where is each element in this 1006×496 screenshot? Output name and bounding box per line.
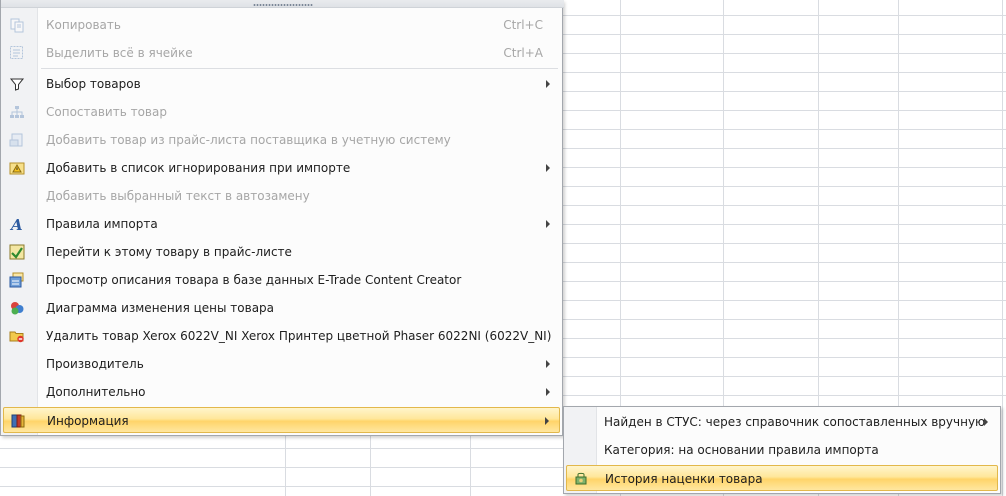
- shortcut-label: Ctrl+A: [503, 46, 543, 60]
- submenu-item-label: Найден в СТУС: через справочник сопостав…: [604, 415, 986, 429]
- menu-item-copy[interactable]: Копировать Ctrl+C: [3, 12, 560, 38]
- menu-item-label: Добавить в список игнорирования при импо…: [46, 161, 351, 175]
- menu-item-information[interactable]: Информация: [3, 407, 560, 433]
- menu-item-add-to-autoreplace[interactable]: Добавить выбранный текст в автозамену: [3, 183, 560, 209]
- delete-folder-icon: [9, 328, 25, 344]
- svg-text:A: A: [9, 216, 23, 232]
- submenu-item-found-in-stus[interactable]: Найден в СТУС: через справочник сопостав…: [566, 409, 998, 435]
- submenu-item-label: Категория: на основании правила импорта: [604, 443, 879, 457]
- add-product-icon: [9, 132, 25, 148]
- menu-item-import-rules[interactable]: A Правила импорта: [3, 211, 560, 237]
- select-all-icon: [9, 45, 25, 61]
- menu-item-select-all[interactable]: Выделить всё в ячейке Ctrl+A: [3, 40, 560, 66]
- menu-item-label: Производитель: [46, 357, 144, 371]
- submenu-arrow-icon: [546, 164, 550, 172]
- markup-history-icon: [573, 471, 589, 487]
- information-submenu: Найден в СТУС: через справочник сопостав…: [563, 406, 1001, 494]
- menu-item-label: Выделить всё в ячейке: [46, 46, 193, 60]
- menu-item-view-description[interactable]: Просмотр описания товара в базе данных E…: [3, 267, 560, 293]
- submenu-arrow-icon: [545, 417, 549, 425]
- menu-item-label: Сопоставить товар: [46, 105, 167, 119]
- submenu-arrow-icon: [984, 418, 988, 426]
- menu-item-add-to-ignore-list[interactable]: Добавить в список игнорирования при импо…: [3, 155, 560, 181]
- shortcut-label: Ctrl+C: [503, 18, 543, 32]
- menu-item-delete-product[interactable]: Удалить товар Xerox 6022V_NI Xerox Принт…: [3, 323, 560, 349]
- submenu-arrow-icon: [546, 360, 550, 368]
- ignore-list-icon: [9, 160, 25, 176]
- info-book-icon: [10, 413, 26, 429]
- menu-item-label: Удалить товар Xerox 6022V_NI Xerox Принт…: [46, 329, 552, 343]
- menu-item-label: Правила импорта: [46, 217, 158, 231]
- menu-item-price-chart[interactable]: Диаграмма изменения цены товара: [3, 295, 560, 321]
- menu-item-label: Диаграмма изменения цены товара: [46, 301, 275, 315]
- menu-item-label: Перейти к этому товару в прайс-листе: [46, 245, 292, 259]
- menu-item-goto-pricelist[interactable]: Перейти к этому товару в прайс-листе: [3, 239, 560, 265]
- submenu-item-markup-history[interactable]: История наценки товара: [566, 465, 998, 491]
- hierarchy-icon: [9, 104, 25, 120]
- menu-separator: [41, 68, 558, 69]
- menu-item-label: Добавить выбранный текст в автозамену: [46, 189, 310, 203]
- menu-item-match-product[interactable]: Сопоставить товар: [3, 99, 560, 125]
- menu-item-manufacturer[interactable]: Производитель: [3, 351, 560, 377]
- menu-item-add-product-from-pricelist[interactable]: Добавить товар из прайс-листа поставщика…: [3, 127, 560, 153]
- menu-item-select-products[interactable]: Выбор товаров: [3, 71, 560, 97]
- view-description-icon: [9, 272, 25, 288]
- menu-item-label: Просмотр описания товара в базе данных E…: [46, 273, 462, 287]
- goto-pricelist-icon: [9, 244, 25, 260]
- menu-item-label: Выбор товаров: [46, 77, 141, 91]
- resize-grip[interactable]: [253, 3, 313, 7]
- filter-icon: [9, 76, 25, 92]
- menu-item-label: Информация: [47, 414, 129, 428]
- menu-item-label: Копировать: [46, 18, 121, 32]
- copy-icon: [9, 17, 25, 33]
- rules-icon: A: [9, 216, 25, 232]
- menu-item-additional[interactable]: Дополнительно: [3, 379, 560, 405]
- submenu-item-label: История наценки товара: [605, 472, 763, 486]
- context-menu: Копировать Ctrl+C Выделить всё в ячейке …: [0, 0, 564, 436]
- submenu-item-category[interactable]: Категория: на основании правила импорта: [566, 437, 998, 463]
- menu-item-label: Добавить товар из прайс-листа поставщика…: [46, 133, 451, 147]
- submenu-arrow-icon: [546, 80, 550, 88]
- price-chart-icon: [9, 300, 25, 316]
- menu-item-label: Дополнительно: [46, 385, 146, 399]
- submenu-arrow-icon: [546, 388, 550, 396]
- submenu-arrow-icon: [546, 220, 550, 228]
